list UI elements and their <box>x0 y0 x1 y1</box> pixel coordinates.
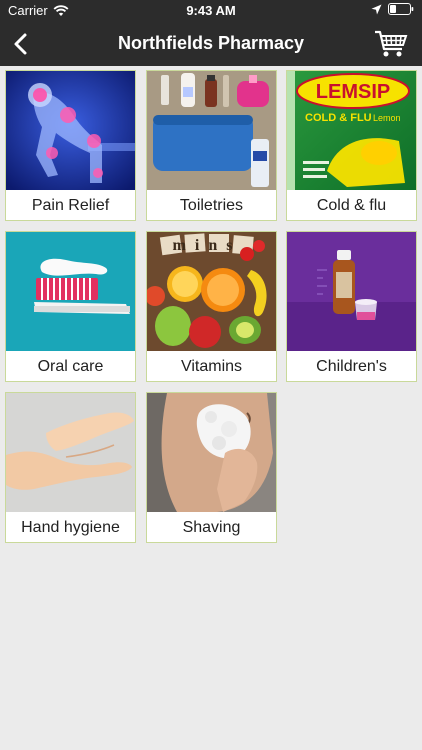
status-right <box>371 3 414 15</box>
toiletries-image <box>147 71 276 190</box>
childrens-image <box>287 232 416 351</box>
category-label: Hand hygiene <box>21 519 120 536</box>
cold-flu-image: LEMSIP COLD & FLU Lemon <box>287 71 416 190</box>
category-label: Children's <box>316 358 387 375</box>
category-tile-oral-care[interactable]: Oral care <box>5 231 136 382</box>
category-tile-cold-flu[interactable]: LEMSIP COLD & FLU Lemon Cold & flu <box>286 70 417 221</box>
category-tile-toiletries[interactable]: Toiletries <box>146 70 277 221</box>
hand-hygiene-image <box>6 393 135 512</box>
lemsip-flavour-text: Lemon <box>373 113 401 123</box>
category-tile-childrens[interactable]: Children's <box>286 231 417 382</box>
status-bar: Carrier 9:43 AM <box>0 0 422 22</box>
clock: 9:43 AM <box>186 3 236 18</box>
page-title: Northfields Pharmacy <box>117 33 305 53</box>
category-label: Vitamins <box>180 358 243 375</box>
vitamins-image: mins <box>147 232 276 351</box>
nav-bar: Northfields Pharmacy <box>0 22 422 66</box>
category-tile-pain-relief[interactable]: Pain Relief <box>5 70 136 221</box>
category-tile-hand-hygiene[interactable]: Hand hygiene <box>5 392 136 543</box>
cart-icon[interactable] <box>374 29 408 59</box>
battery-icon <box>388 3 414 15</box>
category-label: Pain Relief <box>31 197 110 214</box>
lemsip-sub-text: COLD & FLU <box>305 112 372 124</box>
category-label: Cold & flu <box>316 197 387 214</box>
oral-care-image <box>6 232 135 351</box>
category-tile-vitamins[interactable]: mins Vitamins <box>146 231 277 382</box>
vitamins-letters-text: mins <box>173 237 242 254</box>
lemsip-brand-text: LEMSIP <box>316 81 390 103</box>
category-tile-shaving[interactable]: Shaving <box>146 392 277 543</box>
category-label: Toiletries <box>179 197 244 214</box>
category-label: Shaving <box>182 519 241 536</box>
location-arrow-icon <box>371 4 382 14</box>
pain-relief-image <box>6 71 135 190</box>
shaving-image <box>147 393 276 512</box>
category-label: Oral care <box>37 358 104 375</box>
